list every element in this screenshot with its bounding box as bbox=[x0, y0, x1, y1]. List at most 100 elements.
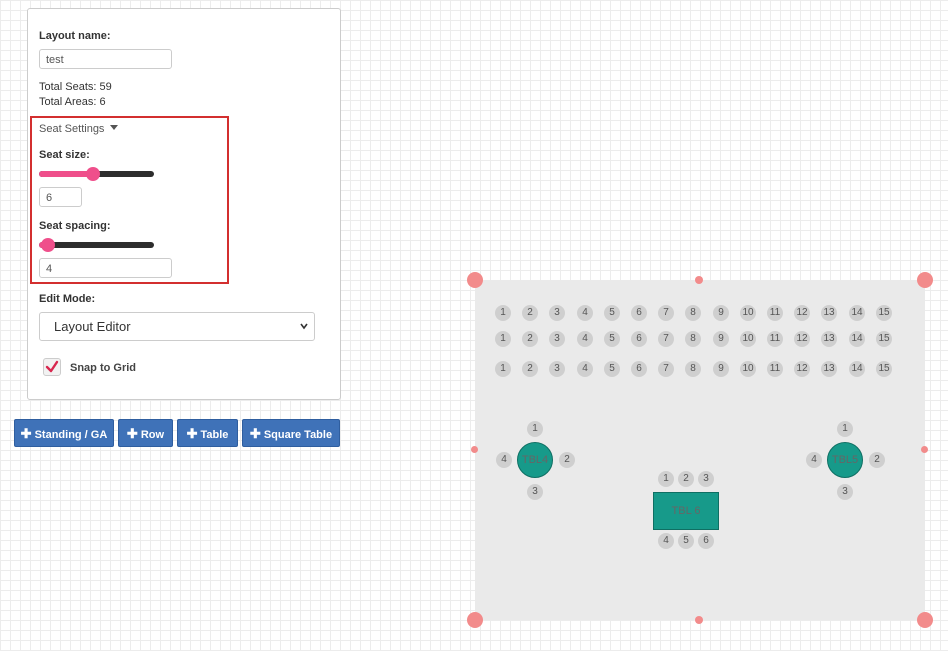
row-seat[interactable]: 9 bbox=[713, 361, 729, 377]
row-seat[interactable]: 2 bbox=[522, 305, 538, 321]
row-seat[interactable]: 9 bbox=[713, 305, 729, 321]
row-seat[interactable]: 14 bbox=[849, 331, 865, 347]
seat-size-input[interactable]: 6 bbox=[39, 187, 82, 207]
row-seat[interactable]: 15 bbox=[876, 361, 892, 377]
row-seat[interactable]: 4 bbox=[577, 331, 593, 347]
table-seat[interactable]: 5 bbox=[678, 533, 694, 549]
plus-icon: ✚ bbox=[20, 426, 32, 441]
total-areas-text: Total Areas: 6 bbox=[39, 96, 106, 108]
table-seat[interactable]: 4 bbox=[806, 452, 822, 468]
caret-down-icon bbox=[110, 125, 119, 130]
row-seat[interactable]: 8 bbox=[685, 305, 701, 321]
table-seat[interactable]: 1 bbox=[658, 471, 674, 487]
resize-handle-top-left[interactable] bbox=[467, 272, 483, 288]
row-seat[interactable]: 6 bbox=[631, 331, 647, 347]
plus-icon: ✚ bbox=[186, 426, 198, 441]
row-seat[interactable]: 5 bbox=[604, 361, 620, 377]
seat-spacing-label: Seat spacing: bbox=[39, 220, 111, 232]
table-seat[interactable]: 2 bbox=[559, 452, 575, 468]
row-seat[interactable]: 10 bbox=[740, 331, 756, 347]
row-seat[interactable]: 4 bbox=[577, 361, 593, 377]
row-seat[interactable]: 15 bbox=[876, 305, 892, 321]
slider-thumb[interactable] bbox=[41, 238, 56, 252]
table-seat[interactable]: 1 bbox=[527, 421, 543, 437]
edit-mode-value: Layout Editor bbox=[54, 319, 131, 334]
add-square-table-label: Square Table bbox=[263, 429, 333, 441]
slider-fill bbox=[39, 171, 94, 177]
add-standing-label: Standing / GA bbox=[34, 429, 108, 441]
slider-track bbox=[39, 242, 154, 248]
row-seat[interactable]: 1 bbox=[495, 361, 511, 377]
layout-name-input[interactable]: test bbox=[39, 49, 172, 69]
round-table-tbl4[interactable]: TBL4 bbox=[517, 442, 553, 478]
round-table-tbl5[interactable]: TBL5 bbox=[827, 442, 863, 478]
table-seat[interactable]: 4 bbox=[658, 533, 674, 549]
slider-thumb[interactable] bbox=[86, 167, 101, 181]
row-seat[interactable]: 11 bbox=[767, 331, 783, 347]
resize-handle-bottom-left[interactable] bbox=[467, 612, 483, 628]
resize-handle-right[interactable] bbox=[921, 446, 928, 453]
row-seat[interactable]: 1 bbox=[495, 305, 511, 321]
row-seat[interactable]: 11 bbox=[767, 361, 783, 377]
add-standing-button[interactable]: ✚ Standing / GA bbox=[14, 419, 114, 447]
row-seat[interactable]: 14 bbox=[849, 361, 865, 377]
row-seat[interactable]: 11 bbox=[767, 305, 783, 321]
add-row-label: Row bbox=[140, 429, 165, 441]
row-seat[interactable]: 13 bbox=[821, 361, 837, 377]
row-seat[interactable]: 2 bbox=[522, 361, 538, 377]
seat-settings-toggle[interactable]: Seat Settings bbox=[39, 123, 119, 135]
row-seat[interactable]: 12 bbox=[794, 361, 810, 377]
add-square-table-button[interactable]: ✚ Square Table bbox=[242, 419, 340, 447]
row-seat[interactable]: 7 bbox=[658, 361, 674, 377]
row-seat[interactable]: 1 bbox=[495, 331, 511, 347]
table-seat[interactable]: 2 bbox=[869, 452, 885, 468]
resize-handle-top[interactable] bbox=[695, 276, 703, 284]
row-seat[interactable]: 13 bbox=[821, 305, 837, 321]
edit-mode-select[interactable]: Layout Editor bbox=[39, 312, 315, 341]
row-seat[interactable]: 15 bbox=[876, 331, 892, 347]
row-seat[interactable]: 6 bbox=[631, 305, 647, 321]
row-seat[interactable]: 6 bbox=[631, 361, 647, 377]
resize-handle-top-right[interactable] bbox=[917, 272, 933, 288]
row-seat[interactable]: 8 bbox=[685, 331, 701, 347]
resize-handle-left[interactable] bbox=[471, 446, 478, 453]
row-seat[interactable]: 4 bbox=[577, 305, 593, 321]
row-seat[interactable]: 10 bbox=[740, 305, 756, 321]
seat-size-slider[interactable] bbox=[39, 166, 154, 182]
row-seat[interactable]: 2 bbox=[522, 331, 538, 347]
row-seat[interactable]: 12 bbox=[794, 331, 810, 347]
table-seat[interactable]: 2 bbox=[678, 471, 694, 487]
add-row-button[interactable]: ✚ Row bbox=[118, 419, 173, 447]
plus-icon: ✚ bbox=[126, 426, 138, 441]
resize-handle-bottom[interactable] bbox=[695, 616, 703, 624]
chevron-down-icon bbox=[300, 323, 308, 330]
table-seat[interactable]: 4 bbox=[496, 452, 512, 468]
row-seat[interactable]: 5 bbox=[604, 331, 620, 347]
row-seat[interactable]: 8 bbox=[685, 361, 701, 377]
checkmark-icon bbox=[45, 360, 59, 373]
table-seat[interactable]: 3 bbox=[698, 471, 714, 487]
row-seat[interactable]: 3 bbox=[549, 361, 565, 377]
table-seat[interactable]: 3 bbox=[837, 484, 853, 500]
table-seat[interactable]: 1 bbox=[837, 421, 853, 437]
seat-spacing-slider[interactable] bbox=[39, 237, 154, 253]
row-seat[interactable]: 3 bbox=[549, 305, 565, 321]
row-seat[interactable]: 7 bbox=[658, 331, 674, 347]
row-seat[interactable]: 7 bbox=[658, 305, 674, 321]
row-seat[interactable]: 9 bbox=[713, 331, 729, 347]
layout-name-label: Layout name: bbox=[39, 30, 111, 42]
row-seat[interactable]: 13 bbox=[821, 331, 837, 347]
add-table-button[interactable]: ✚ Table bbox=[177, 419, 238, 447]
table-seat[interactable]: 6 bbox=[698, 533, 714, 549]
row-seat[interactable]: 5 bbox=[604, 305, 620, 321]
square-table-tbl6[interactable]: TBL 6 bbox=[653, 492, 719, 530]
table-seat[interactable]: 3 bbox=[527, 484, 543, 500]
resize-handle-bottom-right[interactable] bbox=[917, 612, 933, 628]
row-seat[interactable]: 10 bbox=[740, 361, 756, 377]
total-seats-text: Total Seats: 59 bbox=[39, 81, 112, 93]
row-seat[interactable]: 3 bbox=[549, 331, 565, 347]
snap-to-grid-checkbox[interactable] bbox=[43, 358, 61, 376]
row-seat[interactable]: 14 bbox=[849, 305, 865, 321]
seat-spacing-input[interactable]: 4 bbox=[39, 258, 172, 278]
row-seat[interactable]: 12 bbox=[794, 305, 810, 321]
